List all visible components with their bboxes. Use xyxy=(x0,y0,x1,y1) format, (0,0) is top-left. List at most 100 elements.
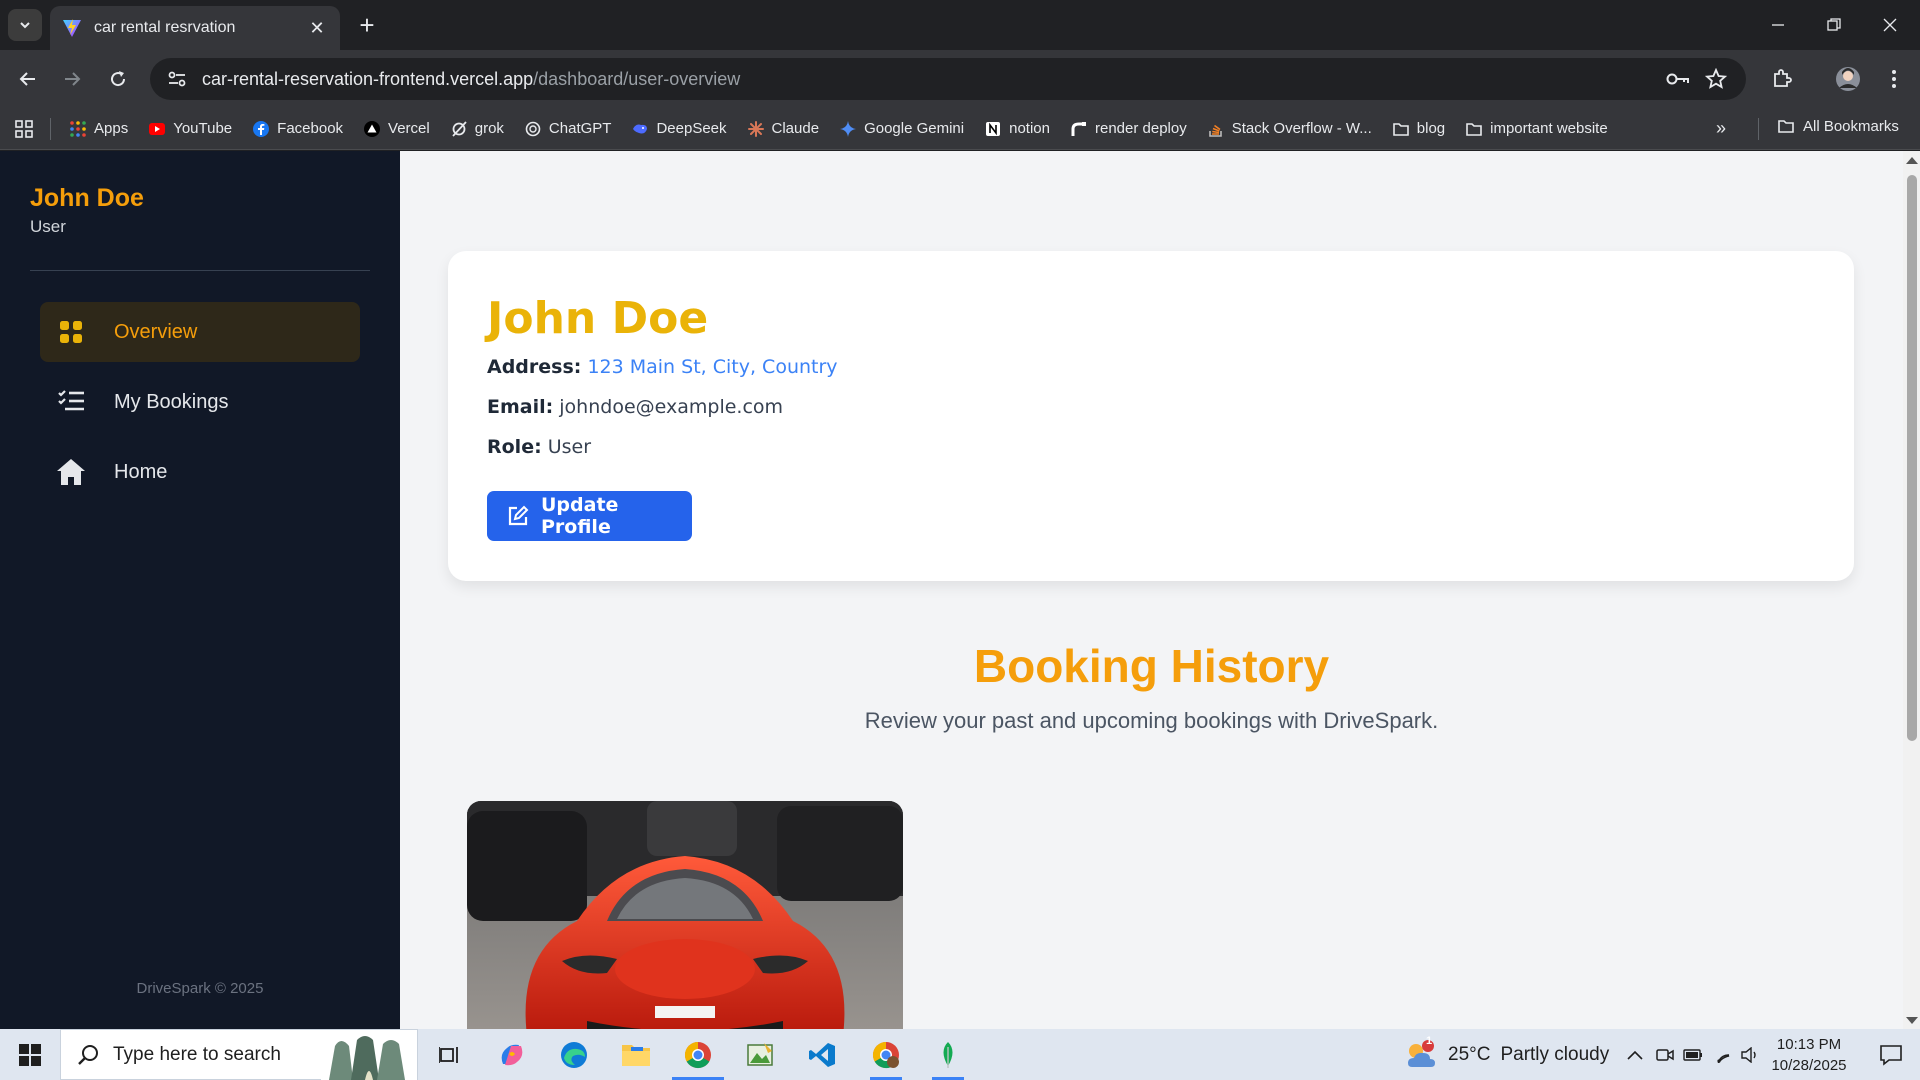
all-bookmarks-button[interactable]: All Bookmarks xyxy=(1758,117,1899,140)
file-explorer-app[interactable] xyxy=(606,1029,666,1080)
minimize-button[interactable] xyxy=(1750,0,1806,50)
chrome-profile-icon xyxy=(872,1041,899,1068)
bookmark-label: important website xyxy=(1490,120,1608,137)
bookmark-facebook[interactable]: Facebook xyxy=(252,120,343,138)
bookmark-render[interactable]: render deploy xyxy=(1070,120,1187,138)
bookmark-deepseek[interactable]: DeepSeek xyxy=(631,120,727,138)
bookmark-folder-important[interactable]: important website xyxy=(1465,120,1608,138)
bookmark-folder-blog[interactable]: blog xyxy=(1392,120,1445,138)
tab-close-icon[interactable]: ✕ xyxy=(306,18,328,39)
facebook-icon xyxy=(253,120,270,137)
scroll-up-arrow-icon[interactable] xyxy=(1906,157,1918,164)
meet-now-icon[interactable] xyxy=(1652,1029,1678,1080)
close-window-button[interactable] xyxy=(1862,0,1918,50)
mongodb-app[interactable] xyxy=(918,1029,978,1080)
bookmark-notion[interactable]: notion xyxy=(984,120,1050,138)
profile-email-row: Email: johndoe@example.com xyxy=(487,396,783,418)
notification-center-button[interactable] xyxy=(1862,1029,1920,1080)
task-view-button[interactable] xyxy=(420,1029,480,1080)
scrollbar-thumb[interactable] xyxy=(1907,175,1917,741)
home-icon xyxy=(56,457,86,487)
puzzle-icon xyxy=(1774,69,1792,87)
tab-title: car rental resrvation xyxy=(94,19,236,36)
minimize-icon xyxy=(1772,24,1784,26)
address-label: Address: xyxy=(487,356,582,378)
bookmark-gemini[interactable]: Google Gemini xyxy=(839,120,964,138)
sidebar-item-my-bookings[interactable]: My Bookings xyxy=(40,372,360,432)
search-icon xyxy=(78,1044,98,1065)
photo-editor-icon xyxy=(747,1042,773,1066)
clock-date: 10/28/2025 xyxy=(1771,1057,1847,1074)
edge-app[interactable] xyxy=(544,1029,604,1080)
copilot-app[interactable] xyxy=(482,1029,542,1080)
scroll-down-arrow-icon[interactable] xyxy=(1906,1017,1918,1024)
bookmarks-bar: Apps YouTube Facebook Vercel grok ChatGP… xyxy=(0,108,1920,150)
profile-avatar[interactable] xyxy=(1832,63,1864,95)
sidebar-footer: DriveSpark © 2025 xyxy=(136,980,264,997)
avatar-icon xyxy=(1836,67,1860,91)
more-vertical-icon xyxy=(1892,70,1896,88)
new-tab-button[interactable]: + xyxy=(352,10,382,40)
restore-icon xyxy=(1827,18,1841,31)
forward-button[interactable] xyxy=(56,63,88,95)
volume-icon[interactable] xyxy=(1738,1029,1762,1080)
update-profile-button[interactable]: Update Profile xyxy=(487,491,692,541)
taskbar-clock[interactable]: 10:13 PM 10/28/2025 xyxy=(1760,1034,1858,1076)
bookmark-star-icon[interactable] xyxy=(1702,65,1730,93)
bookmark-stackoverflow[interactable]: Stack Overflow - W... xyxy=(1207,120,1372,138)
profile-card: John Doe Address: 123 Main St, City, Cou… xyxy=(448,251,1854,581)
weather-widget[interactable]: 1 25°C Partly cloudy xyxy=(1404,1029,1609,1080)
chrome-icon xyxy=(684,1041,711,1068)
folder-icon xyxy=(622,1044,650,1066)
bookmark-youtube[interactable]: YouTube xyxy=(148,120,232,138)
clock-time: 10:13 PM xyxy=(1776,1036,1842,1053)
vite-favicon-icon xyxy=(63,19,81,37)
bookmark-label: DeepSeek xyxy=(656,120,727,137)
wifi-icon[interactable] xyxy=(1710,1029,1736,1080)
more-bookmarks-chevron-icon[interactable]: » xyxy=(1716,118,1726,139)
bookmark-claude[interactable]: Claude xyxy=(747,120,819,138)
bookmark-label: render deploy xyxy=(1095,120,1187,137)
sidebar-item-home[interactable]: Home xyxy=(40,442,360,502)
vscode-app[interactable] xyxy=(792,1029,852,1080)
page-scrollbar[interactable] xyxy=(1903,151,1920,1029)
password-key-icon[interactable] xyxy=(1664,65,1692,93)
address-bar[interactable]: car-rental-reservation-frontend.vercel.a… xyxy=(150,58,1746,100)
site-info-icon[interactable] xyxy=(166,68,188,90)
bookmark-vercel[interactable]: Vercel xyxy=(363,120,430,138)
tab-search-button[interactable] xyxy=(8,9,42,41)
email-label: Email: xyxy=(487,396,554,418)
grid-apps-icon xyxy=(15,119,33,138)
back-button[interactable] xyxy=(12,63,44,95)
bookmark-chatgpt[interactable]: ChatGPT xyxy=(524,120,611,138)
chrome-menu-button[interactable] xyxy=(1878,63,1910,95)
bookmark-label: Stack Overflow - W... xyxy=(1231,120,1372,137)
gemini-icon xyxy=(840,120,857,137)
url-text[interactable]: car-rental-reservation-frontend.vercel.a… xyxy=(202,69,1654,90)
restore-button[interactable] xyxy=(1806,0,1862,50)
battery-icon[interactable] xyxy=(1680,1029,1706,1080)
bookmark-grok[interactable]: grok xyxy=(450,120,504,138)
dashboard-sidebar: John Doe User Overview My Bookings Home … xyxy=(0,151,400,1029)
weather-temp: 25°C xyxy=(1448,1043,1491,1065)
browser-tab[interactable]: car rental resrvation ✕ xyxy=(50,6,340,50)
chevron-down-icon xyxy=(20,22,30,29)
show-hidden-icons-button[interactable] xyxy=(1622,1029,1648,1080)
all-bookmarks-label: All Bookmarks xyxy=(1803,117,1899,135)
image-app[interactable] xyxy=(730,1029,790,1080)
profile-name: John Doe xyxy=(487,293,709,344)
taskbar-search-box[interactable]: Type here to search xyxy=(60,1029,418,1080)
extensions-button[interactable] xyxy=(1766,63,1798,95)
profile-address-row: Address: 123 Main St, City, Country xyxy=(487,356,838,378)
sidebar-item-label: Home xyxy=(114,460,168,483)
bookmark-apps[interactable]: Apps xyxy=(69,120,128,138)
sidebar-item-label: Overview xyxy=(114,320,198,343)
chrome-app[interactable] xyxy=(668,1029,728,1080)
sidebar-item-overview[interactable]: Overview xyxy=(40,302,360,362)
start-button[interactable] xyxy=(0,1029,60,1080)
apps-shortcut-button[interactable] xyxy=(14,119,34,139)
edit-icon xyxy=(507,505,529,527)
chrome-profile-app[interactable] xyxy=(856,1029,916,1080)
chevron-up-icon xyxy=(1627,1050,1643,1060)
reload-button[interactable] xyxy=(102,63,134,95)
